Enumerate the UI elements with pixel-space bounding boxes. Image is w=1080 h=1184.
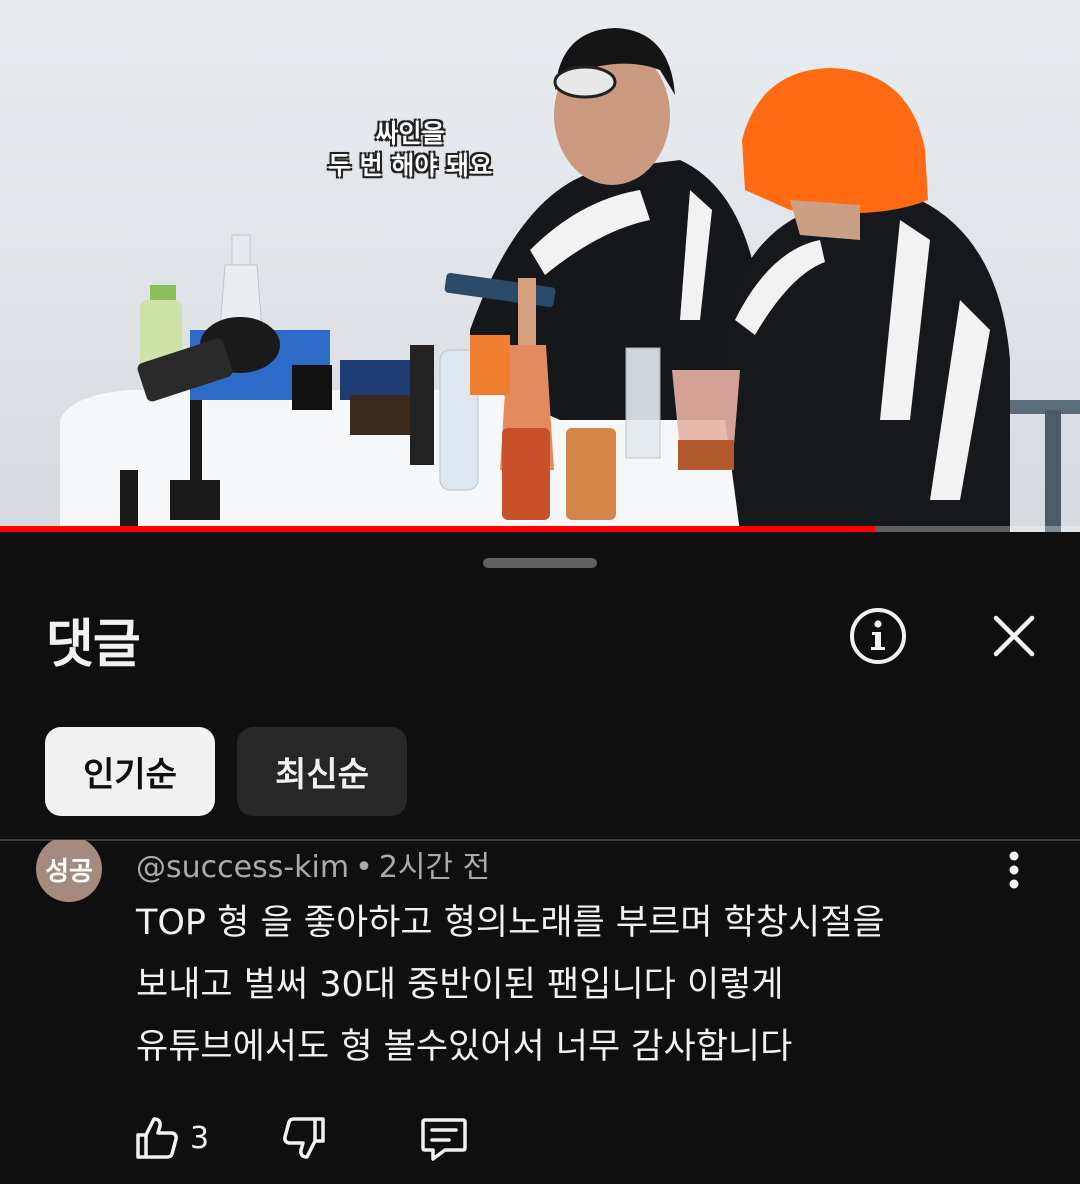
- comments-sheet: 댓글 인기순 최신순 성공 @success-kim • 2시간 전 TOP 형 을…: [0, 532, 1080, 1184]
- sort-chip-newest[interactable]: 최신순: [237, 727, 407, 816]
- sort-chip-popular[interactable]: 인기순: [45, 727, 215, 816]
- like-count: 3: [190, 1120, 210, 1156]
- close-icon: [993, 615, 1035, 657]
- subtitle-line: 싸인을: [375, 119, 445, 148]
- reply-button[interactable]: [419, 1114, 469, 1162]
- meta-separator: •: [355, 850, 373, 885]
- video-subtitle: 싸인을 두 번 해야 돼요: [300, 118, 520, 182]
- sheet-title: 댓글: [46, 615, 141, 675]
- close-button[interactable]: [982, 604, 1046, 668]
- thumbs-up-icon: [136, 1117, 178, 1159]
- comment-time: 2시간 전: [378, 850, 491, 885]
- divider: [0, 839, 1080, 841]
- comment-text: TOP 형 을 좋아하고 형의노래를 부르며 학창시절을 보내고 벌써 30대 …: [136, 892, 996, 1078]
- comment-more-button[interactable]: [994, 848, 1034, 892]
- video-player[interactable]: 싸인을 두 번 해야 돼요: [0, 0, 1080, 532]
- dislike-button[interactable]: [281, 1115, 327, 1161]
- info-icon: [850, 608, 906, 664]
- like-button[interactable]: 3: [134, 1115, 209, 1161]
- avatar[interactable]: 성공: [36, 840, 102, 902]
- thumbs-down-icon: [283, 1117, 325, 1159]
- comment-actions: 3: [134, 1110, 469, 1166]
- reply-comment-icon: [421, 1118, 467, 1161]
- comment-line: TOP 형 을 좋아하고 형의노래를 부르며 학창시절을: [136, 903, 885, 943]
- comment-line: 유튜브에서도 형 볼수있어서 너무 감사합니다: [136, 1027, 793, 1067]
- drag-handle[interactable]: [483, 558, 597, 568]
- subtitle-line: 두 번 해야 돼요: [327, 151, 493, 180]
- info-button[interactable]: [846, 604, 910, 668]
- comment-author[interactable]: @success-kim: [136, 850, 349, 885]
- comment-line: 보내고 벌써 30대 중반이된 팬입니다 이렇게: [136, 965, 784, 1005]
- comment-meta: @success-kim • 2시간 전: [136, 842, 490, 886]
- video-frame: [60, 28, 1080, 532]
- more-vert-icon: [1009, 851, 1019, 889]
